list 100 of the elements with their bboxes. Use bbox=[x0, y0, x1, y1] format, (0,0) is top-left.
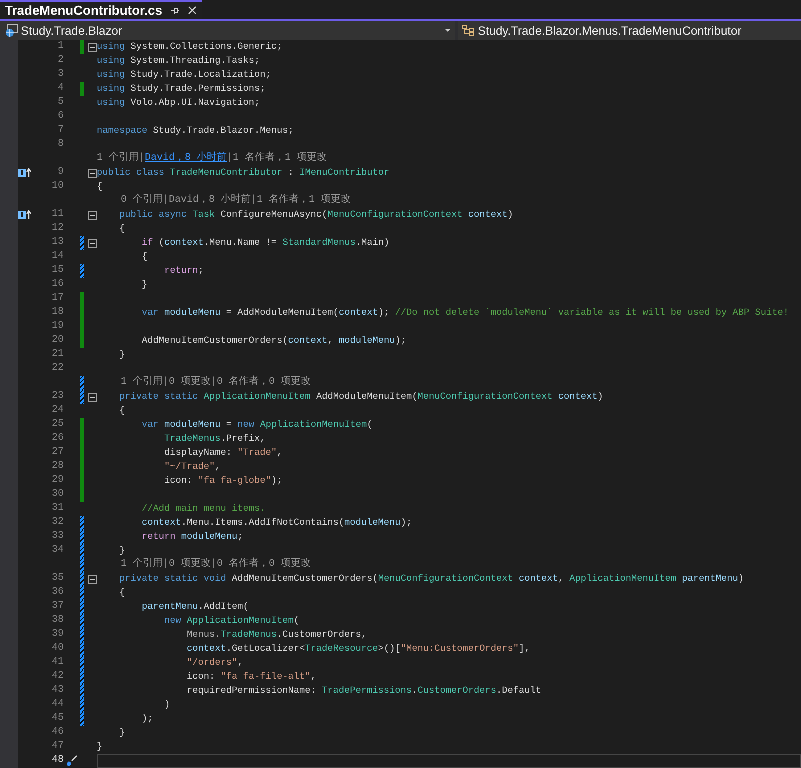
line-number: 4 bbox=[58, 84, 64, 94]
line-number: 37 bbox=[52, 602, 64, 612]
line-number: 42 bbox=[52, 672, 64, 682]
line-number: 2 bbox=[58, 56, 64, 66]
line-number: 7 bbox=[58, 126, 64, 136]
line-number: 16 bbox=[52, 280, 64, 290]
line-number: 1 bbox=[58, 42, 64, 52]
code-line: private static void AddMenuItemCustomerOrders(MenuConfigurationContext context, ApplicationMenuItem parentMenu) bbox=[118, 572, 744, 586]
collapse-icon[interactable] bbox=[88, 42, 97, 52]
line-number: 22 bbox=[52, 364, 64, 374]
line-number: 39 bbox=[52, 630, 64, 640]
code-line: using System.Threading.Tasks; bbox=[97, 54, 260, 68]
implements-icon[interactable] bbox=[18, 168, 32, 178]
line-number: 26 bbox=[52, 434, 64, 444]
line-number: 17 bbox=[52, 294, 64, 304]
implements-icon[interactable] bbox=[18, 210, 32, 220]
code-line: context.Menu.Items.AddIfNotContains(moduleMenu); bbox=[141, 516, 412, 530]
line-number: 6 bbox=[58, 112, 64, 122]
collapse-icon[interactable] bbox=[88, 238, 97, 248]
line-number: 14 bbox=[52, 252, 64, 262]
code-line: requiredPermissionName: TradePermissions.CustomerOrders.Default bbox=[186, 684, 542, 698]
line-number: 29 bbox=[52, 476, 64, 486]
code-line: icon: "fa fa-globe"); bbox=[164, 474, 283, 488]
code-line: parentMenu.AddItem( bbox=[141, 600, 249, 614]
line-number: 31 bbox=[52, 504, 64, 514]
project-icon bbox=[5, 24, 19, 38]
code-line: { bbox=[118, 404, 126, 418]
code-line: icon: "fa fa-file-alt", bbox=[186, 670, 316, 684]
code-line: } bbox=[118, 348, 126, 362]
code-line: } bbox=[118, 544, 126, 558]
collapse-icon[interactable] bbox=[88, 168, 97, 178]
member-dropdown[interactable]: Study.Trade.Blazor.Menus.TradeMenuContributor bbox=[458, 21, 801, 40]
line-number: 36 bbox=[52, 588, 64, 598]
line-number: 27 bbox=[52, 448, 64, 458]
code-lens: 1 个引用|0 项更改|0 名作者，0 项更改 bbox=[120, 558, 312, 572]
line-number: 23 bbox=[52, 392, 64, 402]
line-number: 21 bbox=[52, 350, 64, 360]
line-number: 41 bbox=[52, 658, 64, 668]
code-line: using Volo.Abp.UI.Navigation; bbox=[97, 96, 260, 110]
code-line: using Study.Trade.Localization; bbox=[97, 68, 272, 82]
code-line: { bbox=[141, 250, 148, 264]
line-number: 45 bbox=[52, 714, 64, 724]
code-line: AddMenuItemCustomerOrders(context, moduleMenu); bbox=[141, 334, 406, 348]
pin-icon[interactable] bbox=[170, 6, 180, 16]
code-line: public class TradeMenuContributor : IMenuContributor bbox=[97, 166, 390, 180]
line-number: 18 bbox=[52, 308, 64, 318]
project-dropdown[interactable]: Study.Trade.Blazor bbox=[0, 21, 455, 40]
line-number: 30 bbox=[52, 490, 64, 500]
code-line: { bbox=[97, 180, 103, 194]
code-line: return moduleMenu; bbox=[141, 530, 244, 544]
code-line: } bbox=[97, 740, 103, 754]
collapse-icon[interactable] bbox=[88, 210, 97, 220]
code-line: } bbox=[118, 726, 126, 740]
code-line: { bbox=[118, 222, 126, 236]
code-lens: 1 个引用|David，8 小时前|1 名作者，1 项更改 bbox=[97, 152, 328, 166]
line-number: 24 bbox=[52, 406, 64, 416]
line-number: 38 bbox=[52, 616, 64, 626]
collapse-icon[interactable] bbox=[88, 574, 97, 584]
line-number: 8 bbox=[58, 140, 64, 150]
line-number: 13 bbox=[52, 238, 64, 248]
code-line: } bbox=[141, 278, 148, 292]
code-line: public async Task ConfigureMenuAsync(MenuConfigurationContext context) bbox=[118, 208, 514, 222]
line-number: 9 bbox=[58, 168, 64, 178]
line-number: 35 bbox=[52, 574, 64, 584]
class-icon bbox=[462, 24, 476, 36]
close-icon[interactable] bbox=[188, 6, 198, 15]
line-number: 44 bbox=[52, 700, 64, 710]
line-number: 32 bbox=[52, 518, 64, 528]
code-line: ); bbox=[141, 712, 154, 726]
code-line: "/orders", bbox=[186, 656, 244, 670]
code-lens: 0 个引用|David，8 小时前|1 名作者，1 项更改 bbox=[120, 194, 352, 208]
code-line: return; bbox=[164, 264, 204, 278]
line-number: 12 bbox=[52, 224, 64, 234]
line-number: 19 bbox=[52, 322, 64, 332]
code-line: private static ApplicationMenuItem AddModuleMenuItem(MenuConfigurationContext context) bbox=[118, 390, 604, 404]
code-line: if (context.Menu.Name != StandardMenus.Main) bbox=[141, 236, 390, 250]
brush-icon[interactable] bbox=[66, 755, 78, 767]
line-number: 15 bbox=[52, 266, 64, 276]
code-line: TradeMenus.Prefix, bbox=[164, 432, 266, 446]
code-line: new ApplicationMenuItem( bbox=[164, 614, 300, 628]
line-number: 28 bbox=[52, 462, 64, 472]
caret-icon bbox=[445, 28, 451, 32]
code-line: Menus.TradeMenus.CustomerOrders, bbox=[186, 628, 368, 642]
code-line: "~/Trade", bbox=[164, 460, 221, 474]
line-number: 33 bbox=[52, 532, 64, 542]
code-line: using System.Collections.Generic; bbox=[97, 40, 283, 54]
code-line: { bbox=[118, 586, 126, 600]
line-number: 40 bbox=[52, 644, 64, 654]
author-link[interactable]: David，8 小时前 bbox=[145, 153, 228, 164]
line-number: 11 bbox=[52, 210, 64, 220]
code-line: displayName: "Trade", bbox=[164, 446, 283, 460]
code-line: //Add main menu items. bbox=[141, 502, 266, 516]
line-number: 46 bbox=[52, 728, 64, 738]
collapse-icon[interactable] bbox=[88, 392, 97, 402]
line-number: 43 bbox=[52, 686, 64, 696]
line-number: 20 bbox=[52, 336, 64, 346]
code-line: using Study.Trade.Permissions; bbox=[97, 82, 266, 96]
code-line: namespace Study.Trade.Blazor.Menus; bbox=[97, 124, 294, 138]
code-lens: 1 个引用|0 项更改|0 名作者，0 项更改 bbox=[120, 376, 312, 390]
line-number: 25 bbox=[52, 420, 64, 430]
